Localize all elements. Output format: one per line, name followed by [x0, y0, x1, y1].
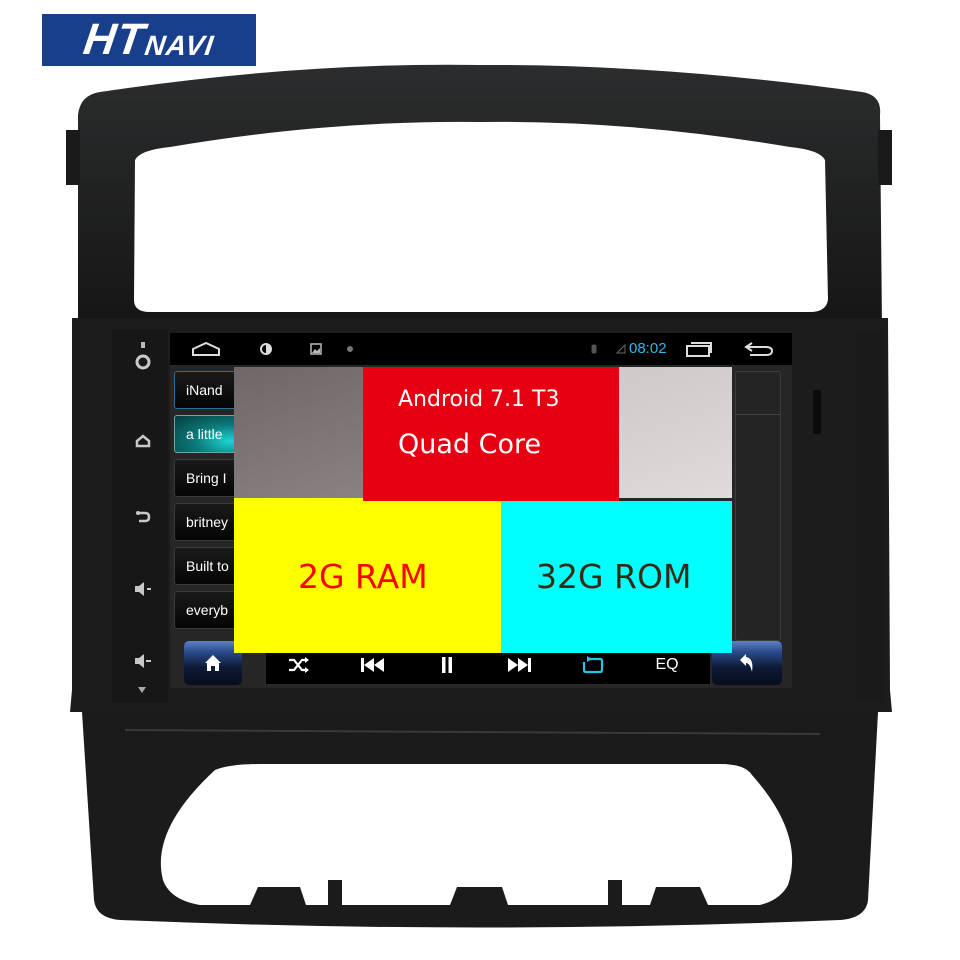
panel-divider — [736, 414, 780, 415]
signal-icon — [615, 333, 627, 365]
home-icon[interactable] — [128, 430, 158, 452]
playlist-item-label: Bring I — [186, 470, 227, 486]
rom-text: 32G ROM — [536, 557, 692, 596]
track-info-panel — [735, 371, 781, 641]
brightness-icon — [256, 333, 276, 365]
lower-tab-4 — [608, 880, 622, 905]
volume-down-icon[interactable] — [128, 650, 158, 672]
spec-overlay: Android 7.1 T3 Quad Core 2G RAM 32G ROM — [234, 367, 732, 653]
ram-text: 2G RAM — [298, 557, 428, 596]
home-icon — [205, 655, 221, 671]
playlist-item-label: everyb — [186, 602, 229, 618]
bluetooth-icon — [588, 333, 600, 365]
android-version-text: Android 7.1 T3 — [398, 387, 560, 412]
home-outline-icon[interactable] — [188, 333, 224, 365]
left-clip — [66, 130, 80, 185]
power-icon[interactable] — [128, 340, 158, 376]
back-arrow-icon[interactable] — [742, 333, 776, 365]
undo-icon — [740, 654, 753, 672]
right-edge — [855, 330, 885, 702]
cpu-text: Quad Core — [398, 429, 542, 460]
notification-dot-icon — [342, 333, 358, 365]
lower-tab-1 — [250, 887, 306, 905]
lower-tab-3 — [450, 887, 508, 905]
playlist-item-label: a little — [186, 426, 223, 442]
volume-up-icon[interactable] — [128, 578, 158, 600]
gray-tile-right — [619, 367, 732, 498]
back-icon[interactable] — [128, 505, 158, 527]
lower-tab-5 — [650, 887, 708, 905]
playlist-item-label: iNand — [186, 382, 223, 398]
status-bar: 08:02 — [170, 333, 792, 365]
playlist-item-label: britney — [186, 514, 229, 530]
image-icon — [306, 333, 326, 365]
recent-apps-icon[interactable] — [682, 333, 716, 365]
lower-tab-2 — [328, 880, 342, 905]
playlist-item-label: Built to — [186, 558, 229, 574]
gray-tile-left — [234, 367, 363, 498]
right-clip — [878, 130, 892, 185]
right-slot — [813, 390, 821, 434]
clock: 08:02 — [629, 340, 667, 357]
upper-frame — [78, 64, 882, 331]
mic-icon — [132, 684, 152, 696]
